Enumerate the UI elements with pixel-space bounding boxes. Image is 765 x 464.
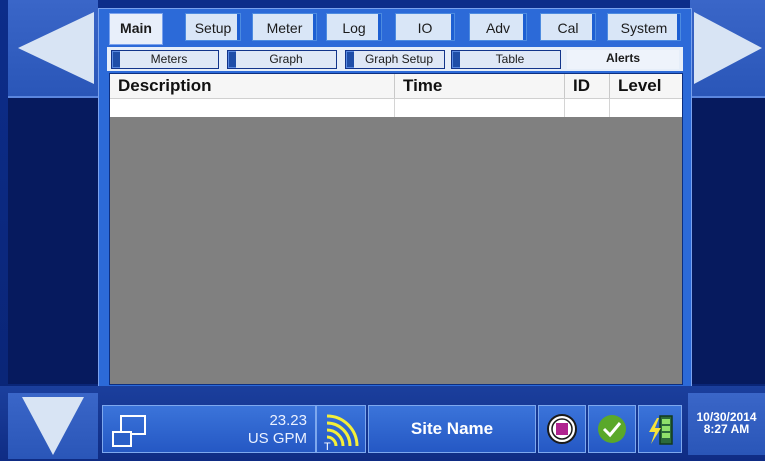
tab-meter[interactable]: Meter bbox=[252, 13, 317, 41]
column-level[interactable]: Level bbox=[610, 74, 682, 98]
right-side-panel bbox=[690, 98, 765, 384]
subtab-alerts-label: Alerts bbox=[567, 50, 679, 69]
flow-unit: US GPM bbox=[247, 430, 307, 447]
site-name-panel[interactable]: Site Name bbox=[368, 405, 536, 453]
cell-description bbox=[110, 99, 395, 117]
sub-tabs: Meters Graph Graph Setup Table Alerts bbox=[107, 47, 683, 71]
tab-io[interactable]: IO bbox=[395, 13, 455, 41]
flow-readout: 23.23 US GPM bbox=[248, 412, 307, 448]
subtab-graph-setup[interactable]: Graph Setup bbox=[345, 50, 445, 69]
subtab-alerts[interactable]: Alerts bbox=[567, 50, 679, 69]
windows-icon bbox=[112, 415, 146, 447]
stop-icon bbox=[547, 414, 577, 444]
right-arrow-icon bbox=[694, 12, 762, 84]
left-arrow-icon bbox=[18, 12, 94, 84]
alerts-table: Description Time ID Level bbox=[109, 73, 683, 385]
check-ok-icon bbox=[598, 415, 626, 443]
battery-button[interactable] bbox=[638, 405, 682, 453]
subtab-graph-label: Graph bbox=[236, 51, 336, 68]
signal-letter: T bbox=[324, 441, 331, 452]
site-name: Site Name bbox=[410, 419, 494, 438]
status-strip: 23.23 US GPM T Site Name bbox=[102, 405, 682, 455]
flow-value: 23.23 bbox=[269, 412, 307, 429]
main-tabs: Main Setup Meter Log IO Adv Cal System bbox=[107, 13, 683, 45]
tab-log[interactable]: Log bbox=[326, 13, 382, 41]
nav-right-button[interactable] bbox=[690, 0, 765, 98]
windows-button[interactable]: 23.23 US GPM bbox=[102, 405, 316, 453]
main-panel: Main Setup Meter Log IO Adv Cal System M… bbox=[98, 8, 692, 388]
tab-setup[interactable]: Setup bbox=[185, 13, 241, 41]
cell-time bbox=[395, 99, 565, 117]
tab-main[interactable]: Main bbox=[109, 13, 163, 45]
tab-adv[interactable]: Adv bbox=[469, 13, 527, 41]
table-row[interactable] bbox=[110, 98, 682, 117]
signal-strength-icon: T bbox=[324, 414, 359, 453]
subtab-graph[interactable]: Graph bbox=[227, 50, 337, 69]
table-header: Description Time ID Level bbox=[110, 74, 682, 98]
subtab-meters-label: Meters bbox=[120, 51, 218, 68]
ok-button[interactable] bbox=[588, 405, 636, 453]
cell-id bbox=[565, 99, 610, 117]
left-side-panel bbox=[8, 98, 98, 384]
column-time[interactable]: Time bbox=[395, 74, 565, 98]
tab-system[interactable]: System bbox=[607, 13, 681, 41]
subtab-meters[interactable]: Meters bbox=[111, 50, 219, 69]
cell-level bbox=[610, 99, 682, 117]
subtab-table[interactable]: Table bbox=[451, 50, 561, 69]
subtab-graph-setup-label: Graph Setup bbox=[354, 51, 444, 68]
down-arrow-icon bbox=[22, 397, 84, 455]
stop-button[interactable] bbox=[538, 405, 586, 453]
battery-charging-icon bbox=[649, 415, 673, 445]
signal-button[interactable]: T bbox=[316, 405, 366, 453]
column-description[interactable]: Description bbox=[110, 74, 395, 98]
time-text: 8:27 AM bbox=[703, 422, 750, 436]
nav-left-button[interactable] bbox=[8, 0, 98, 98]
datetime-display: 10/30/2014 8:27 AM bbox=[688, 393, 765, 455]
nav-down-button[interactable] bbox=[8, 393, 98, 459]
subtab-table-label: Table bbox=[460, 51, 560, 68]
tab-cal[interactable]: Cal bbox=[540, 13, 596, 41]
column-id[interactable]: ID bbox=[565, 74, 610, 98]
